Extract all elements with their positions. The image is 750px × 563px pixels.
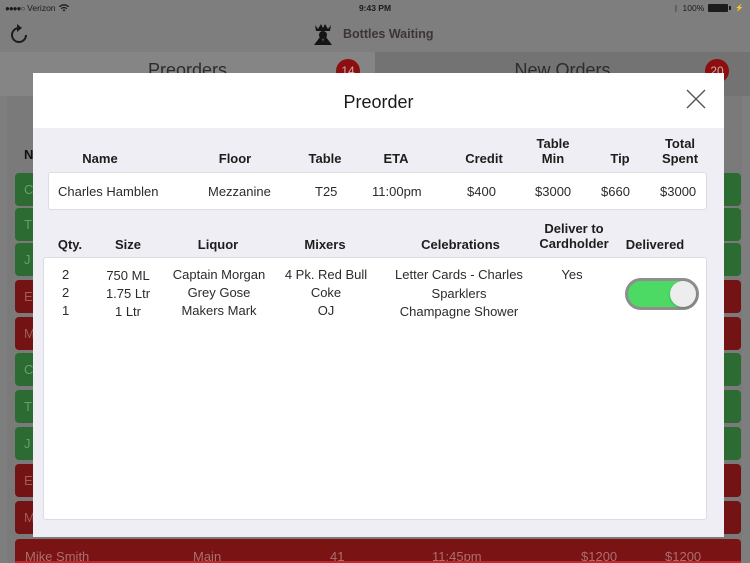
deliver-to-cardholder-value: Yes: [561, 267, 583, 282]
header-deliver-line2: Cardholder: [539, 236, 609, 251]
refresh-icon: [11, 24, 27, 43]
row-name: C: [24, 182, 34, 197]
item-size: 1.75 Ltr: [105, 286, 151, 301]
header-size: Size: [114, 237, 141, 252]
header-table-min: Table Min: [531, 136, 575, 166]
item-size: 1 Ltr: [114, 304, 141, 319]
item-size: 750 ML: [106, 268, 150, 283]
customer-floor: Mezzanine: [208, 184, 271, 199]
item-liquor: Grey Gose: [187, 285, 251, 300]
bluetooth-icon: ᛒ: [673, 3, 679, 13]
header-credit: Credit: [465, 151, 503, 166]
customer-name: Charles Hamblen: [58, 184, 159, 199]
modal-header: Preorder: [33, 73, 724, 128]
item-celebration: Sparklers: [431, 286, 487, 301]
header-total-spent-line1: Total: [664, 136, 696, 151]
item-qty: 2: [62, 285, 70, 300]
header-name: Name: [82, 151, 118, 166]
header-table: Table: [308, 151, 342, 166]
header-tip: Tip: [610, 151, 630, 166]
header-celebrations: Celebrations: [421, 237, 500, 252]
modal-title: Preorder: [343, 92, 414, 112]
customer-eta: 11:00pm: [372, 184, 422, 199]
item-mixer: OJ: [317, 303, 335, 318]
customer-tip: $660: [601, 184, 630, 199]
delivered-toggle[interactable]: [625, 278, 699, 310]
list-item[interactable]: Mike Smith Main 41 11:45pm $1200 $1200: [15, 539, 741, 563]
header-delivered: Delivered: [625, 237, 685, 252]
row-name: E: [24, 289, 33, 304]
item-mixer: 4 Pk. Red Bull: [284, 267, 368, 282]
item-celebration: Letter Cards - Charles: [395, 267, 523, 282]
customer-credit: $400: [467, 184, 496, 199]
order-items-card: 2 2 1 750 ML 1.75 Ltr 1 Ltr Captain Morg…: [43, 257, 707, 520]
header-floor: Floor: [218, 151, 252, 166]
brand: Bottles Waiting: [312, 23, 434, 45]
app-title: Bottles Waiting: [343, 27, 434, 41]
row-name: T: [24, 217, 32, 232]
row-name: C: [24, 362, 34, 377]
header-table-min-line2: Min: [541, 151, 565, 166]
item-liquor: Makers Mark: [181, 303, 257, 318]
customer-table-min: $3000: [535, 184, 572, 199]
header-total-spent-line2: Spent: [661, 151, 699, 166]
preorder-modal: Preorder Name Floor Table ETA Credit Tab…: [33, 73, 724, 537]
list-header-name: N: [24, 147, 34, 162]
toggle-knob: [670, 281, 696, 307]
header-mixers: Mixers: [304, 237, 346, 252]
refresh-button[interactable]: [9, 23, 29, 45]
item-mixer: Coke: [310, 285, 342, 300]
row-name: E: [24, 473, 33, 488]
battery-percent: 100%: [682, 3, 705, 13]
customer-info-card: Charles Hamblen Mezzanine T25 11:00pm $4…: [48, 172, 707, 210]
header-qty: Qty.: [57, 237, 83, 252]
status-time: 9:43 PM: [358, 3, 392, 13]
close-icon: [686, 89, 706, 109]
header-total-spent: Total Spent: [657, 136, 703, 166]
header-deliver-line1: Deliver to: [544, 221, 604, 236]
close-button[interactable]: [685, 88, 707, 110]
status-bar: ●●●●○ Verizon 9:43 PM ᛒ 100% ⚡: [0, 0, 750, 17]
row-name: J: [24, 252, 31, 267]
crowned-bouncer-logo-icon: [314, 24, 332, 45]
row-name: T: [24, 399, 32, 414]
header-deliver-to-cardholder: Deliver to Cardholder: [534, 221, 614, 251]
charging-icon: ⚡: [735, 5, 744, 12]
item-liquor: Captain Morgan: [172, 267, 266, 282]
battery-icon: [708, 4, 732, 12]
nav-bar: Bottles Waiting: [0, 17, 750, 52]
header-eta: ETA: [383, 151, 409, 166]
item-qty: 2: [62, 267, 70, 282]
header-liquor: Liquor: [197, 237, 239, 252]
header-table-min-line1: Table: [536, 136, 570, 151]
item-qty: 1: [62, 303, 70, 318]
row-name: J: [24, 436, 31, 451]
item-celebration: Champagne Shower: [399, 304, 519, 319]
customer-table: T25: [315, 184, 338, 199]
customer-total-spent: $3000: [660, 184, 697, 199]
